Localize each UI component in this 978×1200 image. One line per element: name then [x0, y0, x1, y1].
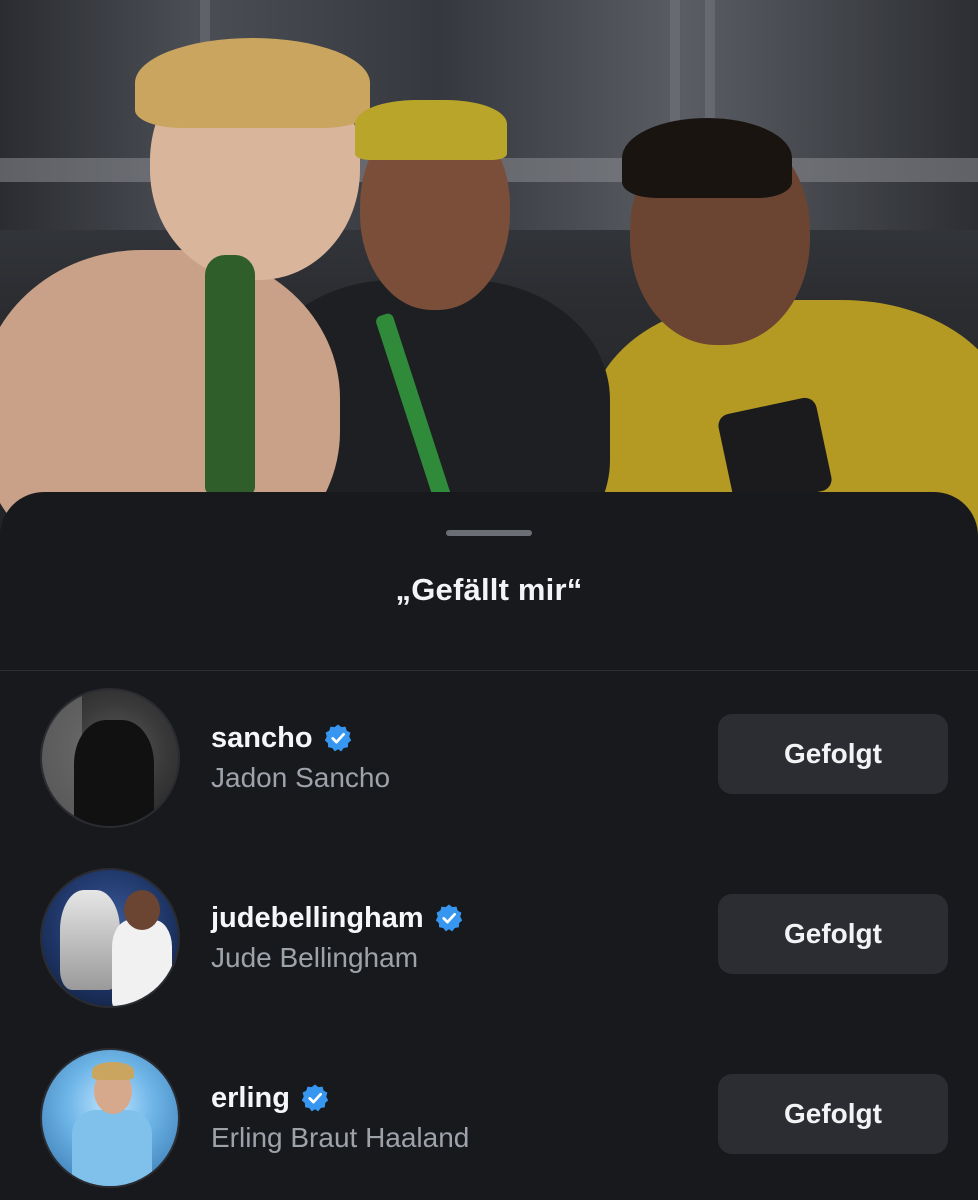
avatar[interactable] [40, 868, 180, 1008]
list-item[interactable]: sancho Jadon Sancho Gefolgt [0, 688, 978, 838]
person-right-hair [622, 118, 792, 198]
avatar-hair [92, 1062, 134, 1080]
user-names: judebellingham Jude Bellingham [211, 898, 464, 974]
avatar-figure [74, 720, 154, 826]
sheet-title: „Gefällt mir“ [395, 572, 583, 607]
header-divider [0, 670, 978, 671]
full-name: Erling Braut Haaland [211, 1122, 470, 1153]
verified-badge-icon [301, 1084, 329, 1112]
sheet-drag-handle[interactable] [446, 530, 532, 536]
trophy-image [60, 890, 120, 990]
likes-bottom-sheet: „Gefällt mir“ sancho Jadon Sancho Gefolg… [0, 492, 978, 1200]
avatar-shirt [112, 920, 172, 1006]
person-left-hair [135, 38, 370, 128]
verified-badge-icon [435, 904, 462, 932]
verified-badge-icon [324, 724, 351, 752]
avatar-face [124, 890, 160, 930]
bottle [205, 255, 255, 495]
username[interactable]: erling [211, 1082, 290, 1115]
following-button[interactable]: Gefolgt [718, 714, 948, 794]
list-item[interactable]: judebellingham Jude Bellingham Gefolgt [0, 868, 978, 1018]
following-button[interactable]: Gefolgt [718, 1074, 948, 1154]
full-name: Jadon Sancho [211, 762, 391, 793]
user-names: erling Erling Braut Haaland [211, 1078, 469, 1154]
username[interactable]: judebellingham [211, 902, 424, 935]
following-button[interactable]: Gefolgt [718, 894, 948, 974]
list-item[interactable]: erling Erling Braut Haaland Gefolgt [0, 1048, 978, 1198]
username[interactable]: sancho [211, 722, 313, 755]
person-middle-headband [355, 100, 507, 160]
user-names: sancho Jadon Sancho [211, 718, 390, 794]
avatar[interactable] [40, 688, 180, 828]
full-name: Jude Bellingham [211, 942, 419, 973]
avatar-shirt [72, 1110, 152, 1186]
avatar[interactable] [40, 1048, 180, 1188]
